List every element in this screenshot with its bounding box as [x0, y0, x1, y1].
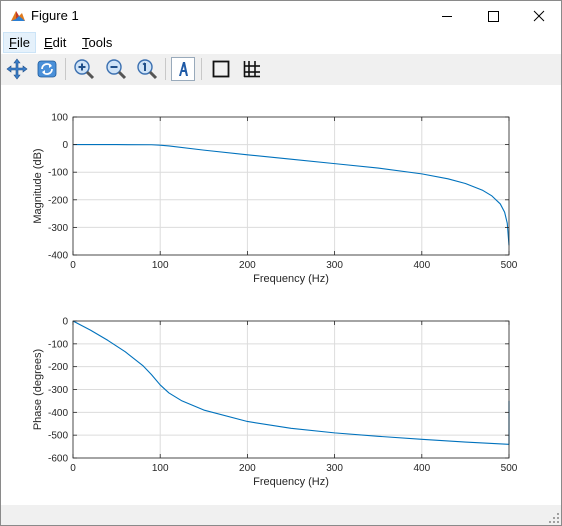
- menu-tools-label: ools: [88, 35, 113, 50]
- close-icon: [533, 10, 545, 22]
- maximize-button[interactable]: [471, 1, 515, 31]
- axes1-xlabel: Frequency (Hz): [253, 273, 329, 285]
- toolbar-separator: [201, 58, 202, 80]
- axes2-xtick-label: 0: [70, 463, 76, 474]
- pan-icon: [6, 58, 28, 80]
- axes1-ytick-label: 100: [51, 113, 68, 124]
- axes1-xtick-label: 100: [152, 260, 169, 271]
- minimize-button[interactable]: [425, 1, 469, 31]
- menu-tools[interactable]: Tools: [77, 32, 117, 53]
- grid-button[interactable]: [240, 57, 264, 81]
- figure-toolbar: [1, 54, 561, 85]
- zoom-reset-button[interactable]: [135, 57, 159, 81]
- axes2-xtick-label: 200: [239, 463, 256, 474]
- axes1-ytick-label: -200: [48, 195, 68, 206]
- axes1-ytick-label: 0: [62, 140, 68, 151]
- maximize-icon: [488, 11, 499, 22]
- rotate-3d-icon: [37, 60, 57, 78]
- axes2-xtick-label: 100: [152, 463, 169, 474]
- axes2-ytick-label: -400: [48, 408, 68, 419]
- zoom-reset-icon: [137, 59, 158, 80]
- axes2-xtick-label: 400: [413, 463, 430, 474]
- axes1-ytick-label: -400: [48, 251, 68, 262]
- axes2-xtick-label: 500: [501, 463, 518, 474]
- zoom-out-button[interactable]: [104, 57, 128, 81]
- resize-grip-icon[interactable]: [549, 513, 559, 523]
- close-button[interactable]: [517, 1, 561, 31]
- axes2-ytick-label: 0: [62, 317, 68, 328]
- minimize-icon: [442, 16, 452, 17]
- axes1-xtick-label: 200: [239, 260, 256, 271]
- axes1-xtick-label: 400: [413, 260, 430, 271]
- figure-canvas[interactable]: 0 100 200 300 400 500 100 0 -100 -200 -300 -400 Freq…: [1, 85, 561, 505]
- axes2-ytick-label: -100: [48, 339, 68, 350]
- menu-file[interactable]: File: [3, 32, 36, 53]
- title-bar[interactable]: Figure 1: [1, 1, 561, 31]
- menu-file-accel: F: [9, 35, 17, 50]
- axes1-xtick-label: 300: [326, 260, 343, 271]
- axes2-xlabel: Frequency (Hz): [253, 476, 329, 488]
- axes2-ytick-label: -600: [48, 454, 68, 465]
- zoom-out-icon: [106, 59, 127, 80]
- axes1-background: [73, 117, 509, 255]
- edit-plot-button[interactable]: [171, 57, 195, 81]
- axes2-ytick-label: -200: [48, 362, 68, 373]
- axes2-ytick-label: -500: [48, 431, 68, 442]
- matlab-figure-icon: [11, 11, 25, 21]
- rotate-3d-button[interactable]: [35, 57, 59, 81]
- axes1-xtick-label: 500: [501, 260, 518, 271]
- zoom-in-icon: [74, 59, 95, 80]
- axes2-xtick-label: 300: [326, 463, 343, 474]
- axes1-xtick-label: 0: [70, 260, 76, 271]
- toolbar-separator: [165, 58, 166, 80]
- axes2-ytick-label: -300: [48, 385, 68, 396]
- window-title: Figure 1: [31, 8, 79, 23]
- axes2-ylabel: Phase (degrees): [32, 349, 44, 430]
- plots-svg: 0 100 200 300 400 500 100 0 -100 -200 -300 -400 Freq…: [32, 113, 518, 489]
- menu-bar: File Edit Tools: [1, 31, 561, 54]
- edit-plot-icon: [179, 62, 188, 76]
- menu-edit-accel: E: [44, 35, 53, 50]
- menu-edit-label: dit: [52, 35, 67, 50]
- zoom-in-button[interactable]: [72, 57, 96, 81]
- toolbar-separator: [65, 58, 66, 80]
- axes1-ytick-label: -300: [48, 223, 68, 234]
- status-bar: [1, 505, 561, 525]
- menu-file-label: ile: [16, 35, 30, 50]
- axes1-ytick-label: -100: [48, 168, 68, 179]
- box-button[interactable]: [209, 57, 233, 81]
- menu-edit[interactable]: Edit: [39, 32, 71, 53]
- figure-window: Figure 1 File Edit Tools 0 100 200 300 4…: [0, 0, 562, 526]
- pan-button[interactable]: [5, 57, 29, 81]
- grid-icon: [243, 61, 260, 78]
- axes1-ylabel: Magnitude (dB): [32, 148, 44, 223]
- box-icon: [212, 60, 230, 78]
